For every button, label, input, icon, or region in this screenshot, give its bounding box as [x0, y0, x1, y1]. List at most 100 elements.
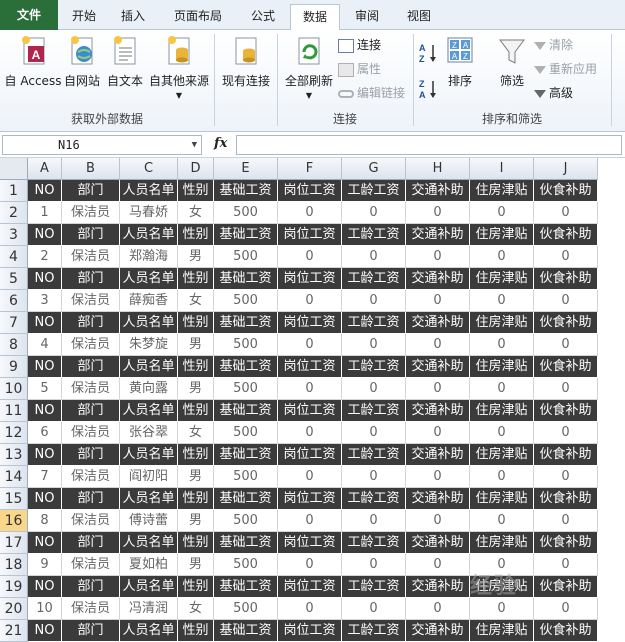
advanced-filter-button[interactable]: 高级: [534, 82, 573, 104]
cell-b4[interactable]: 保洁员: [62, 246, 120, 268]
cell-j4[interactable]: 0: [534, 246, 598, 268]
cell-e19[interactable]: 基础工资: [214, 576, 278, 598]
sort-button[interactable]: Z A A Z 排序: [442, 34, 478, 89]
cell-e1[interactable]: 基础工资: [214, 180, 278, 202]
cell-d8[interactable]: 男: [178, 334, 214, 356]
cell-i1[interactable]: 住房津贴: [470, 180, 534, 202]
cell-a16[interactable]: 8: [28, 510, 62, 532]
cell-d11[interactable]: 性别: [178, 400, 214, 422]
cell-c13[interactable]: 人员名单: [120, 444, 178, 466]
cell-c15[interactable]: 人员名单: [120, 488, 178, 510]
cell-b21[interactable]: 部门: [62, 620, 120, 642]
cell-h2[interactable]: 0: [406, 202, 470, 224]
cell-a8[interactable]: 4: [28, 334, 62, 356]
tab-data[interactable]: 数据: [290, 4, 340, 31]
row-header-9[interactable]: 9: [0, 356, 28, 378]
cell-g5[interactable]: 工龄工资: [342, 268, 406, 290]
cell-d17[interactable]: 性别: [178, 532, 214, 554]
cell-c5[interactable]: 人员名单: [120, 268, 178, 290]
cell-f19[interactable]: 岗位工资: [278, 576, 342, 598]
formula-input[interactable]: [236, 135, 622, 155]
cell-i4[interactable]: 0: [470, 246, 534, 268]
cell-d3[interactable]: 性别: [178, 224, 214, 246]
cell-f1[interactable]: 岗位工资: [278, 180, 342, 202]
cell-b9[interactable]: 部门: [62, 356, 120, 378]
cell-f21[interactable]: 岗位工资: [278, 620, 342, 642]
column-header-g[interactable]: G: [342, 158, 406, 180]
cell-b1[interactable]: 部门: [62, 180, 120, 202]
cell-g15[interactable]: 工龄工资: [342, 488, 406, 510]
cell-a7[interactable]: NO: [28, 312, 62, 334]
cell-g9[interactable]: 工龄工资: [342, 356, 406, 378]
column-header-h[interactable]: H: [406, 158, 470, 180]
select-all-corner[interactable]: [0, 158, 28, 180]
cell-h17[interactable]: 交通补助: [406, 532, 470, 554]
cell-b7[interactable]: 部门: [62, 312, 120, 334]
row-header-20[interactable]: 20: [0, 598, 28, 620]
cell-h1[interactable]: 交通补助: [406, 180, 470, 202]
cell-c11[interactable]: 人员名单: [120, 400, 178, 422]
cell-a11[interactable]: NO: [28, 400, 62, 422]
cell-c10[interactable]: 黄向露: [120, 378, 178, 400]
row-header-15[interactable]: 15: [0, 488, 28, 510]
cell-i20[interactable]: 0: [470, 598, 534, 620]
cell-c20[interactable]: 冯清润: [120, 598, 178, 620]
existing-connections-button[interactable]: 现有连接: [218, 34, 274, 89]
cell-b15[interactable]: 部门: [62, 488, 120, 510]
cell-f18[interactable]: 0: [278, 554, 342, 576]
cell-j5[interactable]: 伙食补助: [534, 268, 598, 290]
cell-h13[interactable]: 交通补助: [406, 444, 470, 466]
cell-e2[interactable]: 500: [214, 202, 278, 224]
chevron-down-icon[interactable]: ▼: [192, 136, 197, 154]
cell-d4[interactable]: 男: [178, 246, 214, 268]
cell-b6[interactable]: 保洁员: [62, 290, 120, 312]
cell-i8[interactable]: 0: [470, 334, 534, 356]
cell-f14[interactable]: 0: [278, 466, 342, 488]
cell-f5[interactable]: 岗位工资: [278, 268, 342, 290]
cell-a18[interactable]: 9: [28, 554, 62, 576]
cell-e8[interactable]: 500: [214, 334, 278, 356]
sort-ascending-button[interactable]: A Z: [418, 42, 440, 67]
cell-b11[interactable]: 部门: [62, 400, 120, 422]
cell-b13[interactable]: 部门: [62, 444, 120, 466]
cell-c8[interactable]: 朱梦旋: [120, 334, 178, 356]
cell-h10[interactable]: 0: [406, 378, 470, 400]
cell-f15[interactable]: 岗位工资: [278, 488, 342, 510]
row-header-11[interactable]: 11: [0, 400, 28, 422]
cell-h7[interactable]: 交通补助: [406, 312, 470, 334]
cell-j21[interactable]: 伙食补助: [534, 620, 598, 642]
cell-e12[interactable]: 500: [214, 422, 278, 444]
from-other-sources-button[interactable]: 自其他来源 ▼: [146, 34, 212, 100]
cell-e17[interactable]: 基础工资: [214, 532, 278, 554]
cell-g16[interactable]: 0: [342, 510, 406, 532]
cell-b3[interactable]: 部门: [62, 224, 120, 246]
cell-f16[interactable]: 0: [278, 510, 342, 532]
cell-i2[interactable]: 0: [470, 202, 534, 224]
cell-a9[interactable]: NO: [28, 356, 62, 378]
cell-b10[interactable]: 保洁员: [62, 378, 120, 400]
cell-g12[interactable]: 0: [342, 422, 406, 444]
cell-b16[interactable]: 保洁员: [62, 510, 120, 532]
cell-c14[interactable]: 阎初阳: [120, 466, 178, 488]
cell-e15[interactable]: 基础工资: [214, 488, 278, 510]
row-header-3[interactable]: 3: [0, 224, 28, 246]
cell-c16[interactable]: 傅诗蕾: [120, 510, 178, 532]
from-web-button[interactable]: 自网站: [62, 34, 102, 89]
cell-d19[interactable]: 性别: [178, 576, 214, 598]
cell-e10[interactable]: 500: [214, 378, 278, 400]
cell-d12[interactable]: 女: [178, 422, 214, 444]
clear-filter-button[interactable]: 清除: [534, 34, 573, 56]
cell-e14[interactable]: 500: [214, 466, 278, 488]
cell-j10[interactable]: 0: [534, 378, 598, 400]
cell-b12[interactable]: 保洁员: [62, 422, 120, 444]
cell-e7[interactable]: 基础工资: [214, 312, 278, 334]
cell-b17[interactable]: 部门: [62, 532, 120, 554]
cell-g7[interactable]: 工龄工资: [342, 312, 406, 334]
cell-i6[interactable]: 0: [470, 290, 534, 312]
column-header-d[interactable]: D: [178, 158, 214, 180]
cell-c2[interactable]: 马春娇: [120, 202, 178, 224]
cell-d14[interactable]: 男: [178, 466, 214, 488]
cell-d2[interactable]: 女: [178, 202, 214, 224]
row-header-4[interactable]: 4: [0, 246, 28, 268]
row-header-6[interactable]: 6: [0, 290, 28, 312]
